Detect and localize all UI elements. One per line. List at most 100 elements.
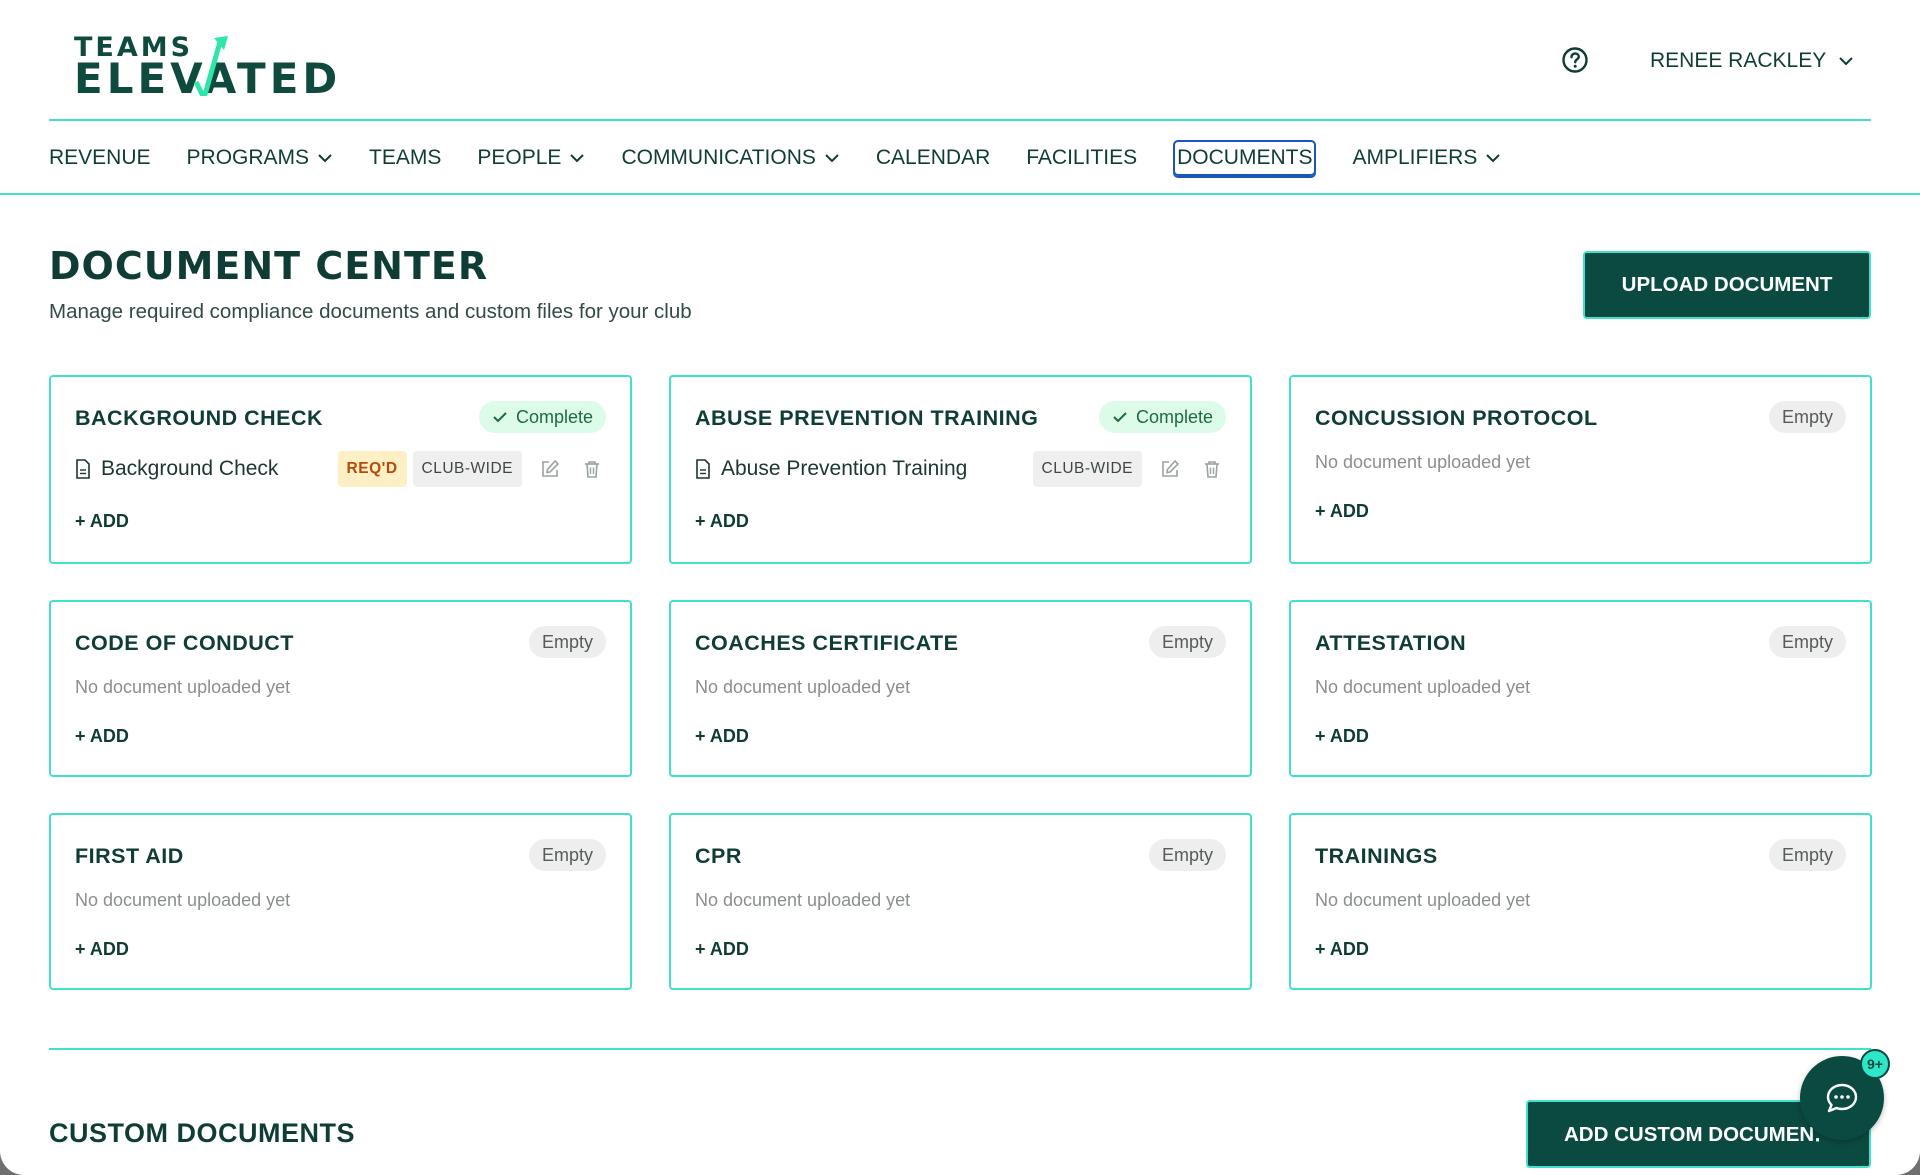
status-badge: Empty — [1768, 626, 1846, 658]
scope-tag: CLUB-WIDE — [1032, 451, 1142, 487]
nav-item-calendar[interactable]: CALENDAR — [876, 140, 990, 176]
card-title: FIRST AID — [75, 844, 184, 868]
card-title: CODE OF CONDUCT — [75, 631, 294, 655]
status-badge: Empty — [1768, 401, 1846, 433]
notification-count-badge: 9+ — [1860, 1049, 1890, 1079]
nav-item-label: COMMUNICATIONS — [621, 146, 816, 169]
nav-item-programs[interactable]: PROGRAMS — [187, 140, 334, 176]
document-card-abuse-prevention-training: ABUSE PREVENTION TRAINING Complete Abuse… — [669, 375, 1252, 564]
main-nav: REVENUE PROGRAMS TEAMS PEOPLE COMMUNICAT… — [49, 140, 1537, 176]
scope-tag: CLUB-WIDE — [412, 451, 522, 487]
status-badge: Empty — [528, 626, 606, 658]
nav-item-amplifiers[interactable]: AMPLIFIERS — [1352, 140, 1501, 176]
add-document-link[interactable]: + ADD — [695, 939, 749, 960]
document-card-background-check: BACKGROUND CHECK Complete Background Che… — [49, 375, 632, 564]
check-icon — [493, 412, 507, 423]
nav-item-teams[interactable]: TEAMS — [369, 140, 441, 176]
status-badge: Empty — [528, 839, 606, 871]
page-title: DOCUMENT CENTER — [49, 244, 489, 288]
document-row: Background Check REQ'D CLUB-WIDE — [75, 451, 606, 487]
document-card-attestation: ATTESTATION Empty No document uploaded y… — [1289, 600, 1872, 777]
nav-item-label: PEOPLE — [477, 146, 562, 169]
user-name: RENEE RACKLEY — [1650, 49, 1827, 72]
chevron-down-icon — [1839, 57, 1853, 66]
help-icon[interactable] — [1561, 46, 1589, 74]
upload-document-button[interactable]: UPLOAD DOCUMENT — [1583, 251, 1871, 319]
card-title: CPR — [695, 844, 742, 868]
nav-item-label: CALENDAR — [875, 146, 991, 169]
document-card-code-of-conduct: CODE OF CONDUCT Empty No document upload… — [49, 600, 632, 777]
add-document-link[interactable]: + ADD — [1315, 939, 1369, 960]
document-row: Abuse Prevention Training CLUB-WIDE — [695, 451, 1226, 487]
trash-icon[interactable] — [578, 455, 606, 483]
chevron-down-icon — [318, 154, 332, 163]
nav-item-facilities[interactable]: FACILITIES — [1026, 140, 1137, 176]
document-card-trainings: TRAININGS Empty No document uploaded yet… — [1289, 813, 1872, 990]
nav-item-label: REVENUE — [49, 146, 151, 169]
card-title: CONCUSSION PROTOCOL — [1315, 406, 1598, 430]
card-title: BACKGROUND CHECK — [75, 406, 324, 430]
nav-divider — [0, 193, 1920, 195]
check-icon — [1113, 412, 1127, 423]
document-cards-grid: BACKGROUND CHECK Complete Background Che… — [49, 375, 1872, 990]
document-card-cpr: CPR Empty No document uploaded yet + ADD — [669, 813, 1252, 990]
chevron-down-icon — [825, 154, 839, 163]
edit-icon[interactable] — [536, 455, 564, 483]
document-link[interactable]: Abuse Prevention Training — [695, 457, 967, 481]
add-document-link[interactable]: + ADD — [1315, 501, 1369, 522]
empty-note: No document uploaded yet — [75, 677, 291, 697]
document-card-coaches-certificate: COACHES CERTIFICATE Empty No document up… — [669, 600, 1252, 777]
empty-note: No document uploaded yet — [1315, 890, 1531, 910]
add-document-link[interactable]: + ADD — [75, 726, 129, 747]
section-divider — [49, 1048, 1871, 1050]
nav-item-label: PROGRAMS — [186, 146, 310, 169]
card-title: COACHES CERTIFICATE — [695, 631, 959, 655]
app-window: TEAMS ELEVATED RENEE RACKLEY REVENUE PRO… — [0, 0, 1920, 1175]
page-subtitle: Manage required compliance documents and… — [49, 300, 692, 323]
nav-item-documents[interactable]: DOCUMENTS — [1173, 140, 1317, 176]
card-title: ABUSE PREVENTION TRAINING — [695, 406, 1039, 430]
edit-icon[interactable] — [1156, 455, 1184, 483]
nav-item-label: TEAMS — [369, 146, 442, 169]
chat-bubble-icon — [1826, 1083, 1858, 1113]
add-document-link[interactable]: + ADD — [695, 726, 749, 747]
nav-item-people[interactable]: PEOPLE — [477, 140, 585, 176]
status-label: Complete — [1135, 406, 1213, 427]
status-badge: Complete — [478, 401, 606, 433]
add-document-link[interactable]: + ADD — [75, 939, 129, 960]
status-label: Complete — [515, 406, 593, 427]
document-card-first-aid: FIRST AID Empty No document uploaded yet… — [49, 813, 632, 990]
status-badge: Empty — [1768, 839, 1846, 871]
empty-note: No document uploaded yet — [695, 890, 911, 910]
card-title: TRAININGS — [1315, 844, 1438, 868]
user-menu[interactable]: RENEE RACKLEY — [1650, 48, 1854, 74]
top-header: TEAMS ELEVATED RENEE RACKLEY — [49, 0, 1871, 121]
add-document-link[interactable]: + ADD — [75, 511, 129, 532]
nav-item-revenue[interactable]: REVENUE — [49, 140, 151, 176]
logo-arrow-icon — [193, 36, 228, 96]
custom-documents-heading: CUSTOM DOCUMENTS — [49, 1118, 356, 1148]
status-badge: Complete — [1098, 401, 1226, 433]
empty-note: No document uploaded yet — [1315, 677, 1531, 697]
status-badge: Empty — [1148, 626, 1226, 658]
nav-item-label: AMPLIFIERS — [1352, 146, 1478, 169]
card-title: ATTESTATION — [1315, 631, 1467, 655]
file-icon — [76, 459, 90, 479]
file-icon — [696, 459, 710, 479]
empty-note: No document uploaded yet — [1315, 452, 1531, 472]
document-name: Background Check — [101, 457, 279, 480]
empty-note: No document uploaded yet — [75, 890, 291, 910]
document-link[interactable]: Background Check — [75, 457, 278, 481]
required-tag: REQ'D — [337, 451, 407, 487]
add-document-link[interactable]: + ADD — [1315, 726, 1369, 747]
trash-icon[interactable] — [1198, 455, 1226, 483]
nav-item-label: FACILITIES — [1026, 146, 1138, 169]
empty-note: No document uploaded yet — [695, 677, 911, 697]
chevron-down-icon — [1486, 154, 1501, 163]
document-card-concussion-protocol: CONCUSSION PROTOCOL Empty No document up… — [1289, 375, 1872, 564]
chevron-down-icon — [570, 154, 585, 163]
nav-item-communications[interactable]: COMMUNICATIONS — [621, 140, 839, 176]
add-document-link[interactable]: + ADD — [695, 511, 749, 532]
brand-logo[interactable]: TEAMS ELEVATED — [74, 32, 344, 103]
document-name: Abuse Prevention Training — [721, 457, 968, 480]
